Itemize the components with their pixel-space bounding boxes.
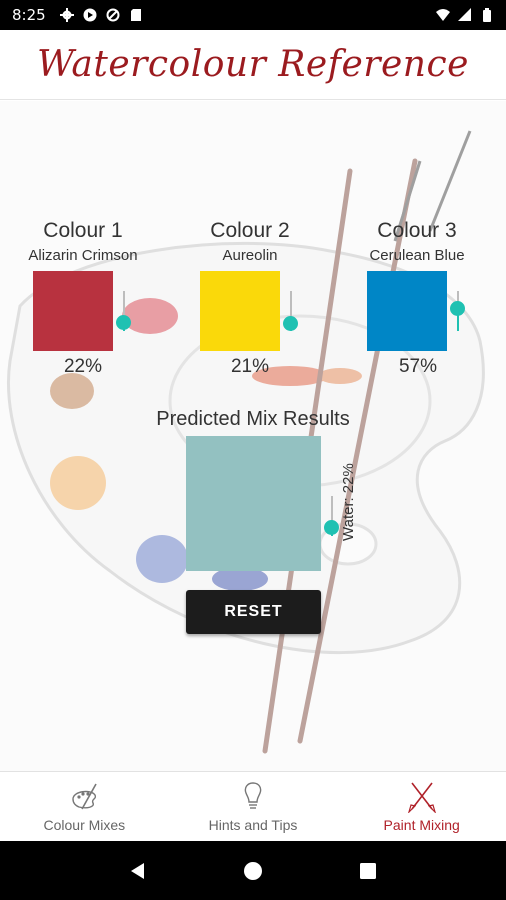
wifi-icon — [436, 9, 450, 21]
home-icon[interactable] — [243, 861, 263, 881]
recents-icon[interactable] — [358, 861, 378, 881]
android-nav-bar — [0, 841, 506, 900]
signal-icon — [458, 8, 471, 21]
colour-heading: Colour 2 — [210, 219, 290, 242]
slider-thumb[interactable] — [324, 520, 339, 536]
play-store-icon — [83, 8, 97, 22]
reset-button[interactable]: RESET — [186, 590, 321, 634]
sd-card-icon — [130, 9, 141, 21]
nav-paint-mixing[interactable]: Paint Mixing — [337, 772, 506, 841]
back-icon[interactable] — [128, 861, 148, 881]
nav-label: Hints and Tips — [208, 816, 298, 833]
colour-heading: Colour 1 — [43, 219, 123, 242]
colour-1-slider[interactable] — [116, 291, 132, 331]
settings-icon — [59, 8, 74, 22]
colour-1-swatch[interactable] — [33, 271, 113, 351]
slider-thumb[interactable] — [283, 315, 298, 331]
colour-name[interactable]: Aureolin — [167, 247, 333, 264]
nav-label: Colour Mixes — [43, 816, 126, 833]
colour-2-swatch[interactable] — [200, 271, 280, 351]
colour-1-header: Colour 1 Alizarin Crimson — [0, 219, 166, 264]
status-time: 8:25 — [12, 6, 46, 24]
status-bar: 8:25 — [0, 0, 506, 30]
colour-2-slider[interactable] — [283, 291, 299, 331]
palette-icon — [72, 783, 98, 809]
slider-thumb[interactable] — [450, 301, 465, 317]
paint-mixing-screen: Colour 1 Alizarin Crimson 22% Colour 2 A… — [0, 101, 506, 771]
colour-2-header: Colour 2 Aureolin — [167, 219, 333, 264]
data-saver-icon — [106, 8, 120, 22]
crossed-brushes-icon — [407, 782, 436, 813]
mix-result-swatch — [186, 436, 321, 571]
nav-label: Paint Mixing — [383, 816, 460, 833]
colour-2-percent: 21% — [230, 356, 270, 377]
water-label: Water: 22% — [340, 463, 357, 541]
colour-3-header: Colour 3 Cerulean Blue — [334, 219, 500, 264]
colour-name[interactable]: Cerulean Blue — [334, 247, 500, 264]
colour-heading: Colour 3 — [377, 219, 457, 242]
water-slider[interactable] — [324, 496, 340, 536]
colour-3-slider[interactable] — [450, 291, 466, 331]
bottom-nav: Colour Mixes Hints and Tips Paint Mixing — [0, 771, 506, 841]
lightbulb-icon — [244, 781, 262, 809]
app-header: Watercolour Reference — [0, 30, 506, 100]
mix-results-label: Predicted Mix Results — [156, 408, 350, 430]
colour-3-percent: 57% — [398, 356, 438, 377]
colour-name[interactable]: Alizarin Crimson — [0, 247, 166, 264]
app-title: Watercolour Reference — [37, 44, 469, 85]
colour-1-percent: 22% — [63, 356, 103, 377]
slider-thumb[interactable] — [116, 315, 131, 331]
colour-3-swatch[interactable] — [367, 271, 447, 351]
battery-icon — [483, 8, 491, 22]
nav-hints-and-tips[interactable]: Hints and Tips — [169, 772, 338, 841]
nav-colour-mixes[interactable]: Colour Mixes — [0, 772, 169, 841]
